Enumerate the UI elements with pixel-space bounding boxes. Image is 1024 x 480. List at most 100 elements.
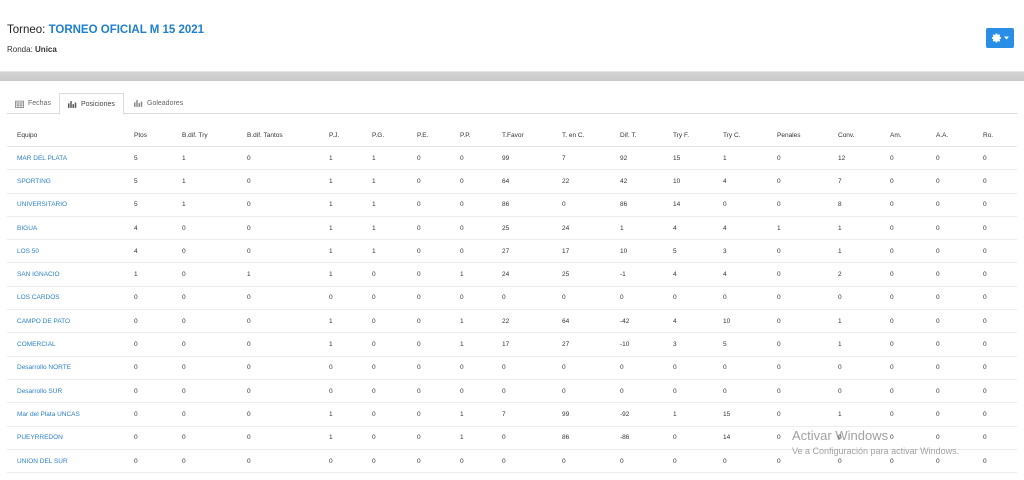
team-link[interactable]: SAN IGNACIO: [17, 271, 60, 278]
cell-try-f: 0: [673, 387, 677, 395]
table-row: COMERCIAL 0 0 0 1 0 0 1 17 27 -10 3 5 0 1 0 0 0: [7, 333, 1017, 357]
torneo-title: Torneo: TORNEO OFICIAL M 15 2021: [7, 24, 204, 36]
tab-goleadores-label: Goleadores: [147, 100, 184, 107]
cell-t-en-c: 0: [562, 294, 566, 302]
cell-dif-t: -1: [620, 271, 626, 279]
cell-pe: 0: [417, 317, 421, 325]
cell-t-en-c: 27: [562, 341, 570, 349]
team-link[interactable]: Mar del Plata UNCAS: [17, 411, 80, 418]
cell-dif-t: 0: [620, 457, 624, 465]
cell-try-f: 0: [673, 457, 677, 465]
cell-pe: 0: [417, 410, 421, 418]
cell-pg: 1: [372, 154, 376, 162]
team-cell: Mar del Plata UNCAS: [17, 403, 80, 425]
team-link[interactable]: LOS CARDOS: [17, 294, 60, 301]
cell-try-c: 10: [723, 317, 731, 325]
tab-goleadores[interactable]: Goleadores: [126, 93, 191, 114]
cell-ro: 0: [983, 247, 987, 255]
column-header-penales: Penales: [777, 131, 801, 139]
cell-t-favor: 0: [502, 364, 506, 372]
cell-t-en-c: 24: [562, 224, 570, 232]
cell-conv: 12: [838, 154, 846, 162]
cell-ptos: 0: [134, 317, 138, 325]
cell-conv: 0: [838, 457, 842, 465]
team-link[interactable]: SPORTING: [17, 178, 51, 185]
cell-pp: 0: [460, 457, 464, 465]
cell-try-c: 0: [723, 387, 727, 395]
cell-b-dif-tantos: 0: [247, 154, 251, 162]
cell-dif-t: -42: [620, 317, 630, 325]
cell-pj: 0: [329, 457, 333, 465]
cell-aa: 0: [936, 410, 940, 418]
team-link[interactable]: Desarrollo SUR: [17, 388, 62, 395]
team-link[interactable]: PUEYRREDON: [17, 434, 63, 441]
cell-penales: 0: [777, 364, 781, 372]
team-link[interactable]: BIGUA: [17, 225, 37, 232]
cell-pg: 1: [372, 201, 376, 209]
cell-pg: 0: [372, 434, 376, 442]
cell-pp: 1: [460, 410, 464, 418]
cell-pg: 1: [372, 247, 376, 255]
cell-ro: 0: [983, 317, 987, 325]
section-divider: [0, 72, 1024, 81]
column-header-ro: Ro.: [983, 131, 994, 139]
cell-am: 0: [890, 341, 894, 349]
cell-am: 0: [890, 271, 894, 279]
team-link[interactable]: LOS 50: [17, 248, 39, 255]
cell-conv: 2: [838, 271, 842, 279]
cell-t-en-c: 7: [562, 154, 566, 162]
team-cell: BIGUA: [17, 217, 37, 239]
column-header-dif-t: Dif. T.: [620, 131, 637, 139]
cell-pg: 0: [372, 387, 376, 395]
cell-try-c: 15: [723, 410, 731, 418]
cell-try-c: 4: [723, 224, 727, 232]
cell-am: 0: [890, 294, 894, 302]
team-link[interactable]: UNIVERSITARIO: [17, 201, 67, 208]
ronda-line: Ronda: Unica: [7, 45, 57, 54]
cell-ptos: 0: [134, 457, 138, 465]
team-cell: SAN IGNACIO: [17, 263, 60, 285]
settings-dropdown-button[interactable]: [986, 28, 1014, 48]
cell-pe: 0: [417, 364, 421, 372]
cell-b-dif-tantos: 0: [247, 201, 251, 209]
cell-penales: 0: [777, 154, 781, 162]
cell-pg: 1: [372, 224, 376, 232]
cell-conv: 0: [838, 387, 842, 395]
cell-try-f: 0: [673, 364, 677, 372]
cell-pe: 0: [417, 247, 421, 255]
cell-ro: 0: [983, 457, 987, 465]
cell-t-favor: 0: [502, 387, 506, 395]
cell-am: 0: [890, 387, 894, 395]
torneo-name[interactable]: TORNEO OFICIAL M 15 2021: [49, 24, 205, 36]
tab-fechas[interactable]: Fechas: [7, 93, 59, 114]
cell-pp: 0: [460, 154, 464, 162]
cell-b-dif-tantos: 0: [247, 410, 251, 418]
tab-fechas-label: Fechas: [28, 100, 51, 107]
cell-try-f: 1: [673, 410, 677, 418]
cell-conv: 1: [838, 224, 842, 232]
cell-pg: 1: [372, 177, 376, 185]
team-link[interactable]: Desarrollo NORTE: [17, 364, 71, 371]
cell-pp: 0: [460, 201, 464, 209]
cell-conv: 0: [838, 434, 842, 442]
cell-conv: 1: [838, 341, 842, 349]
cell-try-c: 0: [723, 457, 727, 465]
cell-t-favor: 17: [502, 341, 510, 349]
team-link[interactable]: MAR DEL PLATA: [17, 155, 67, 162]
team-link[interactable]: CAMPO DE PATO: [17, 318, 70, 325]
team-link[interactable]: UNION DEL SUR: [17, 458, 68, 465]
cell-ptos: 0: [134, 387, 138, 395]
cell-t-en-c: 0: [562, 364, 566, 372]
cell-dif-t: 0: [620, 387, 624, 395]
cell-try-c: 5: [723, 341, 727, 349]
cell-aa: 0: [936, 317, 940, 325]
cell-try-c: 3: [723, 247, 727, 255]
cell-pj: 0: [329, 364, 333, 372]
cell-aa: 0: [936, 224, 940, 232]
tab-posiciones[interactable]: Posiciones: [59, 93, 124, 115]
team-link[interactable]: COMERCIAL: [17, 341, 56, 348]
cell-t-favor: 7: [502, 410, 506, 418]
cell-pj: 1: [329, 434, 333, 442]
cell-b-dif-tantos: 0: [247, 364, 251, 372]
table-row: Desarrollo NORTE 0 0 0 0 0 0 0 0 0 0 0 0 0 0 0 0 0: [7, 357, 1017, 380]
